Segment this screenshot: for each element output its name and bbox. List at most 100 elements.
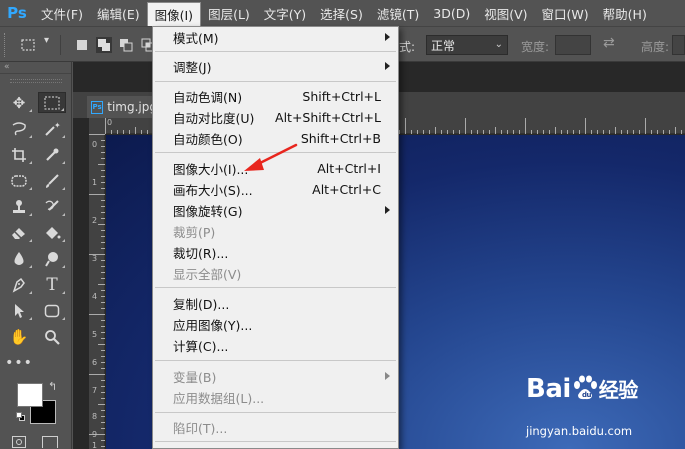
- menu-separator: [155, 51, 396, 52]
- watermark-brand: Bai: [526, 374, 571, 404]
- annotation-arrow-icon: [244, 143, 298, 171]
- type-tool-icon[interactable]: T: [38, 274, 66, 295]
- ruler-left-label: 9: [92, 430, 98, 439]
- menu-item-adjustments[interactable]: 调整(J): [153, 56, 398, 77]
- vertical-ruler[interactable]: 0 1 2 3 4 5 6 7 8 9 1: [89, 134, 105, 449]
- pen-tool-icon[interactable]: [5, 274, 33, 295]
- menu-help[interactable]: 帮助(H): [596, 2, 654, 24]
- collapse-panel-icon[interactable]: «: [0, 62, 71, 74]
- style-select[interactable]: 正常 ⌄: [426, 35, 508, 55]
- baidu-jingyan-watermark: Bai du 经验 jingyan.baidu.com: [526, 374, 685, 449]
- panel-grip[interactable]: [10, 79, 62, 83]
- menu-image[interactable]: 图像(I): [146, 2, 202, 26]
- rect-marquee-preset-icon[interactable]: [20, 37, 36, 53]
- photoshop-logo[interactable]: Ps: [0, 0, 34, 26]
- menu-item-duplicate[interactable]: 复制(D)...: [153, 293, 398, 314]
- menu-item-shortcut: Alt+Ctrl+I: [317, 161, 381, 176]
- ruler-left-label: 4: [92, 292, 98, 301]
- submenu-arrow-icon: [385, 206, 390, 214]
- menu-filter[interactable]: 滤镜(T): [370, 2, 426, 24]
- menu-item-reveal-all: 显示全部(V): [153, 263, 398, 284]
- menu-item-shortcut: Alt+Ctrl+C: [312, 182, 381, 197]
- menu-item-label: 自动颜色(O): [173, 132, 243, 147]
- ruler-left-label: 1: [92, 441, 98, 449]
- swap-colors-icon[interactable]: ↰: [48, 380, 57, 393]
- menu-item-canvas-size[interactable]: 画布大小(S)... Alt+Ctrl+C: [153, 179, 398, 200]
- height-input[interactable]: [672, 35, 685, 55]
- paint-bucket-tool-icon[interactable]: [38, 222, 66, 243]
- menu-item-auto-contrast[interactable]: 自动对比度(U) Alt+Shift+Ctrl+L: [153, 107, 398, 128]
- ruler-left-label: 1: [92, 178, 98, 187]
- menu-layer[interactable]: 图层(L): [201, 2, 257, 24]
- zoom-tool-icon[interactable]: [38, 326, 66, 347]
- path-selection-tool-icon[interactable]: [5, 300, 33, 321]
- menu-item-label: 显示全部(V): [173, 267, 242, 282]
- eraser-tool-icon[interactable]: [5, 222, 33, 243]
- preset-chevron-icon[interactable]: ▾: [44, 35, 49, 46]
- new-selection-icon[interactable]: [74, 37, 90, 53]
- quick-mask-icon[interactable]: [12, 436, 26, 448]
- history-brush-icon[interactable]: [38, 196, 66, 217]
- width-input[interactable]: [555, 35, 591, 55]
- ruler-left-label: 8: [92, 412, 98, 421]
- menu-3d[interactable]: 3D(D): [426, 2, 477, 24]
- menu-item-apply-image[interactable]: 应用图像(Y)...: [153, 314, 398, 335]
- ruler-left-label: 0: [92, 140, 98, 149]
- default-colors-icon[interactable]: [16, 412, 26, 422]
- menu-view[interactable]: 视图(V): [477, 2, 534, 24]
- menu-type[interactable]: 文字(Y): [257, 2, 313, 24]
- rectangle-tool-icon[interactable]: [38, 300, 66, 321]
- document-tab[interactable]: Ps timg.jpg: [87, 96, 157, 118]
- clone-stamp-tool-icon[interactable]: [5, 196, 33, 217]
- edit-toolbar-icon[interactable]: •••: [5, 352, 33, 373]
- add-to-selection-icon[interactable]: [96, 37, 112, 53]
- menu-separator: [155, 441, 396, 442]
- ruler-left-label: 7: [92, 386, 98, 395]
- dodge-tool-icon[interactable]: [38, 248, 66, 269]
- menu-select[interactable]: 选择(S): [313, 2, 370, 24]
- magic-wand-tool-icon[interactable]: ✦: [38, 118, 66, 139]
- menu-item-trim[interactable]: 裁切(R)...: [153, 242, 398, 263]
- image-menu-dropdown: 模式(M) 调整(J) 自动色调(N) Shift+Ctrl+L 自动对比度(U…: [152, 26, 399, 449]
- ruler-left-label: 2: [92, 216, 98, 225]
- lasso-tool-icon[interactable]: [5, 118, 33, 139]
- hand-tool-icon[interactable]: ✋: [5, 326, 33, 347]
- menu-item-calculations[interactable]: 计算(C)...: [153, 335, 398, 356]
- menu-separator: [155, 412, 396, 413]
- menu-window[interactable]: 窗口(W): [535, 2, 596, 24]
- menu-item-trap: 陷印(T)...: [153, 417, 398, 438]
- menu-edit[interactable]: 编辑(E): [90, 2, 147, 24]
- menu-separator: [155, 287, 396, 288]
- swap-icon[interactable]: ⇄: [603, 35, 615, 51]
- screen-mode-icon[interactable]: [42, 436, 58, 448]
- menu-item-mode[interactable]: 模式(M): [153, 27, 398, 48]
- submenu-arrow-icon: [385, 372, 390, 380]
- blur-tool-icon[interactable]: [5, 248, 33, 269]
- menu-file[interactable]: 文件(F): [34, 2, 90, 24]
- style-label: 式:: [399, 40, 416, 54]
- foreground-color-swatch[interactable]: [17, 383, 43, 407]
- menu-item-label: 裁切(R)...: [173, 246, 229, 261]
- menu-item-label: 自动色调(N): [173, 90, 243, 105]
- watermark-url: jingyan.baidu.com: [526, 424, 633, 438]
- menu-item-image-rotation[interactable]: 图像旋转(G): [153, 200, 398, 221]
- options-grip[interactable]: [4, 33, 7, 57]
- options-divider: [60, 35, 61, 55]
- eyedropper-tool-icon[interactable]: [38, 144, 66, 165]
- rectangular-marquee-tool-icon[interactable]: [38, 92, 66, 113]
- menu-item-label: 画布大小(S)...: [173, 183, 253, 198]
- menu-item-apply-data-set: 应用数据组(L)...: [153, 387, 398, 408]
- menu-item-auto-tone[interactable]: 自动色调(N) Shift+Ctrl+L: [153, 86, 398, 107]
- ruler-left-label: 5: [92, 330, 98, 339]
- subtract-from-selection-icon[interactable]: [118, 37, 134, 53]
- crop-tool-icon[interactable]: [5, 144, 33, 165]
- menu-item-label: 变量(B): [173, 370, 217, 385]
- spot-healing-brush-icon[interactable]: [5, 170, 33, 191]
- ruler-origin[interactable]: [89, 118, 105, 134]
- brush-tool-icon[interactable]: [38, 170, 66, 191]
- menu-item-label: 陷印(T)...: [173, 421, 228, 436]
- document-tab-name: timg.jpg: [107, 100, 157, 114]
- menu-item-label: 模式(M): [173, 31, 219, 46]
- style-select-value: 正常: [431, 38, 456, 53]
- move-tool-icon[interactable]: ✥: [5, 92, 33, 113]
